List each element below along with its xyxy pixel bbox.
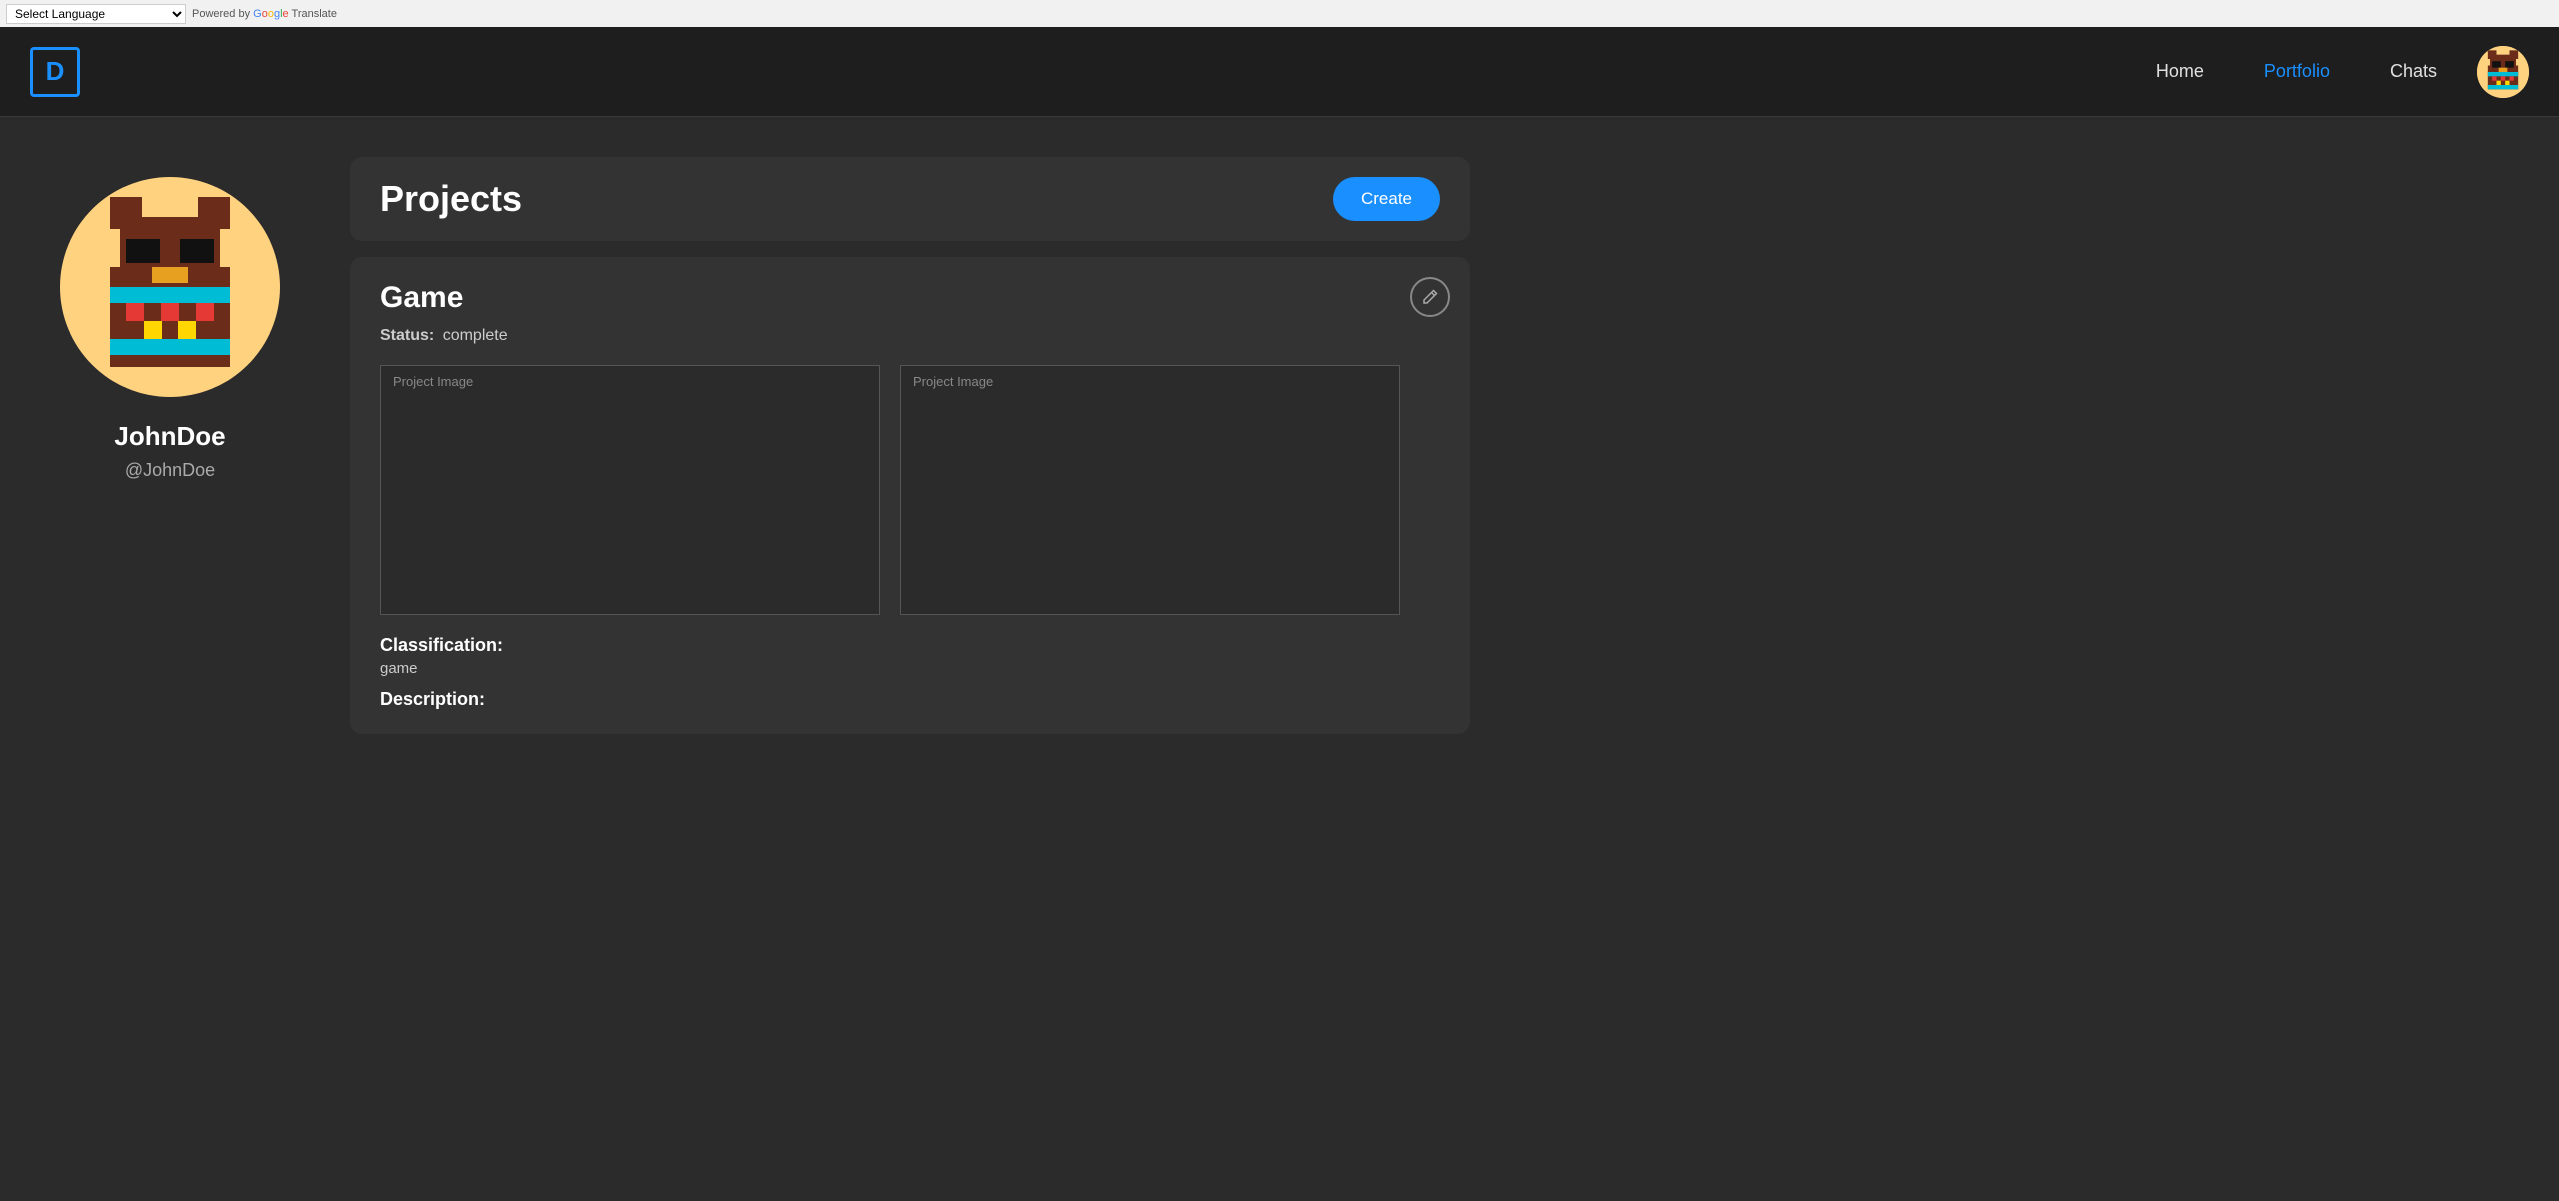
project-image-2: Project Image xyxy=(900,365,1400,615)
profile-avatar xyxy=(60,177,280,397)
project-images: Project Image Project Image xyxy=(380,365,1440,615)
project-card: Game Status: complete Project Image Proj… xyxy=(350,257,1470,734)
main-content: JohnDoe @JohnDoe Projects Create Game St… xyxy=(0,117,1500,774)
nav-portfolio[interactable]: Portfolio xyxy=(2264,61,2330,82)
project-image-1: Project Image xyxy=(380,365,880,615)
nav-chats[interactable]: Chats xyxy=(2390,61,2437,82)
language-select[interactable]: Select Language English Spanish French G… xyxy=(6,4,186,24)
create-button[interactable]: Create xyxy=(1333,177,1440,221)
sidebar: JohnDoe @JohnDoe xyxy=(30,157,310,734)
projects-header: Projects Create xyxy=(350,157,1470,241)
header: D Home Portfolio Chats xyxy=(0,27,2559,117)
projects-title: Projects xyxy=(380,178,522,220)
powered-by-text: Powered by Google Translate xyxy=(192,8,337,20)
profile-handle: @JohnDoe xyxy=(125,460,215,481)
user-avatar-header[interactable] xyxy=(2477,46,2529,98)
nav: Home Portfolio Chats xyxy=(2156,61,2437,82)
logo: D xyxy=(30,47,80,97)
projects-section: Projects Create Game Status: complete Pr… xyxy=(350,157,1470,734)
project-description: Description: xyxy=(380,689,1440,710)
nav-home[interactable]: Home xyxy=(2156,61,2204,82)
logo-icon: D xyxy=(30,47,80,97)
edit-project-button[interactable] xyxy=(1410,277,1450,317)
profile-name: JohnDoe xyxy=(114,421,225,452)
project-status: Status: complete xyxy=(380,327,1440,345)
project-classification: Classification: game xyxy=(380,635,1440,677)
project-name: Game xyxy=(380,281,1440,315)
translate-bar: Select Language English Spanish French G… xyxy=(0,0,2559,27)
